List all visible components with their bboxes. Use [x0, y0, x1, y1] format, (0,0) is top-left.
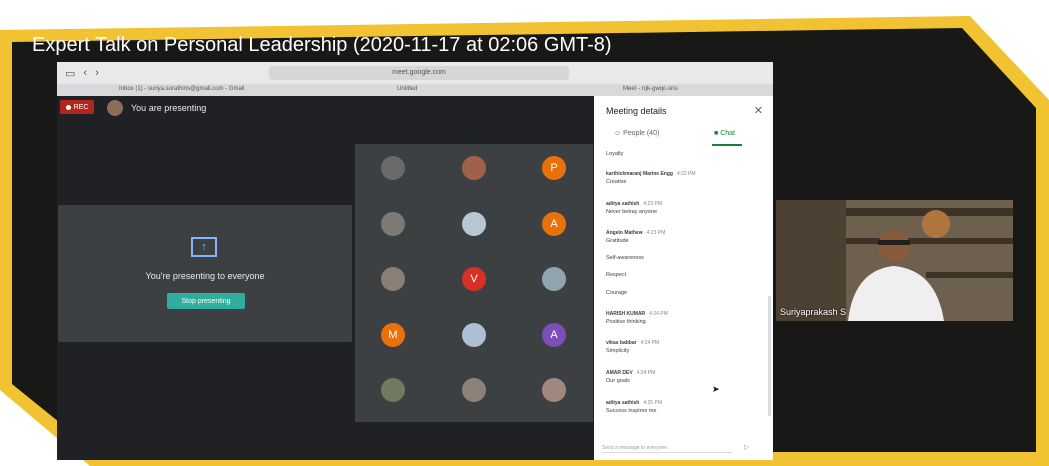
- recording-badge: REC: [60, 100, 94, 114]
- mouse-cursor-icon: ➤: [712, 384, 720, 394]
- message-time: 4:23 PM: [643, 201, 662, 207]
- message-time: 4:25 PM: [643, 400, 662, 406]
- present-screen-icon: ↑: [191, 237, 217, 257]
- participant-tile[interactable]: V: [462, 267, 486, 291]
- avatar: [107, 100, 123, 116]
- tab-strip: Inbox (1) - suriya.surathins@gmail.com -…: [57, 84, 773, 96]
- chat-message: Creative: [606, 179, 627, 185]
- participant-tile[interactable]: M: [381, 323, 405, 347]
- participant-tile[interactable]: [462, 378, 486, 402]
- presenting-status: You are presenting: [131, 103, 207, 113]
- chat-messages: Loyalty karthickmaranj Marine Engg 4:22 P…: [606, 148, 761, 438]
- presentation-tile: ↑ You're presenting to everyone Stop pre…: [58, 205, 352, 342]
- participant-tile[interactable]: [381, 212, 405, 236]
- speaker-name: Suriyaprakash S: [780, 307, 847, 317]
- sender-name: HARISH KUMAR: [606, 311, 646, 317]
- forward-icon[interactable]: ›: [95, 67, 99, 79]
- meeting-details-panel: Meeting details ✕ ☺ People (40) ■ Chat L…: [594, 96, 773, 460]
- chat-sender: AMAR DEV 4:24 PM: [606, 370, 655, 376]
- message-time: 4:23 PM: [646, 230, 666, 236]
- participant-tile[interactable]: [381, 267, 405, 291]
- chat-message: Loyalty: [606, 151, 624, 157]
- chat-message: Never betray anyone: [606, 209, 658, 215]
- sender-name: AMAR DEV: [606, 370, 633, 376]
- stop-presenting-button[interactable]: Stop presenting: [167, 293, 245, 309]
- participant-tile[interactable]: [542, 267, 566, 291]
- chat-input[interactable]: Send a message to everyone: [602, 445, 667, 451]
- participant-grid: P A V M A: [355, 144, 593, 422]
- chat-message: Self-awareness: [606, 255, 644, 261]
- participant-tile[interactable]: A: [542, 323, 566, 347]
- sender-name: aditya sathish: [606, 201, 640, 207]
- participant-tile[interactable]: [381, 378, 405, 402]
- chat-message: Courage: [606, 290, 628, 296]
- chat-tab-label: Chat: [720, 130, 735, 137]
- participant-tile[interactable]: A: [542, 212, 566, 236]
- participant-tile[interactable]: P: [542, 156, 566, 180]
- presenting-message: You're presenting to everyone: [145, 271, 265, 281]
- chat-sender: HARISH KUMAR 4:24 PM: [606, 311, 668, 317]
- chat-sender: aditya sathish 4:23 PM: [606, 201, 662, 207]
- participant-tile[interactable]: [462, 323, 486, 347]
- panel-title: Meeting details: [606, 106, 667, 116]
- tab-people[interactable]: ☺ People (40): [614, 130, 659, 137]
- address-bar[interactable]: meet.google.com: [269, 66, 569, 80]
- tab-gmail[interactable]: Inbox (1) - suriya.surathins@gmail.com -…: [119, 86, 244, 92]
- close-icon[interactable]: ✕: [754, 104, 763, 117]
- participant-tile[interactable]: [462, 156, 486, 180]
- rec-label: REC: [73, 103, 89, 111]
- chat-message: Gratitude: [606, 238, 629, 244]
- message-time: 4:24 PM: [636, 370, 656, 376]
- participant-tile[interactable]: [542, 378, 566, 402]
- back-icon[interactable]: ‹: [83, 67, 87, 79]
- participant-tile[interactable]: [381, 156, 405, 180]
- chat-sender: karthickmaranj Marine Engg 4:22 PM: [606, 171, 696, 177]
- chat-message: Positive thinking: [606, 319, 646, 325]
- participant-tile[interactable]: [462, 212, 486, 236]
- chat-sender: Angelo Mathew 4:23 PM: [606, 230, 665, 236]
- active-tab-indicator: [712, 144, 742, 146]
- sidebar-icon[interactable]: ▭: [65, 67, 75, 80]
- people-tab-label: People (40): [623, 130, 660, 137]
- meeting-stage: REC You are presenting ↑ You're presenti…: [57, 96, 593, 460]
- browser-window: ▭ ‹ › meet.google.com Inbox (1) - suriya…: [57, 62, 773, 460]
- people-icon: ☺: [614, 130, 622, 137]
- sender-name: vikas babbar: [606, 340, 637, 346]
- video-title: Expert Talk on Personal Leadership (2020…: [32, 34, 612, 56]
- message-time: 4:24 PM: [640, 340, 660, 346]
- tab-untitled[interactable]: Untitled: [397, 86, 417, 92]
- speaker-video: [776, 200, 1013, 321]
- chat-sender: aditya sathish 4:25 PM: [606, 400, 662, 406]
- message-time: 4:22 PM: [676, 171, 696, 177]
- record-dot-icon: [65, 104, 71, 110]
- chat-message: Respect: [606, 272, 627, 278]
- sender-name: aditya sathish: [606, 400, 640, 406]
- tab-chat[interactable]: ■ Chat: [714, 130, 735, 137]
- input-underline: [602, 452, 732, 453]
- chat-message: Simplicity: [606, 348, 630, 354]
- chat-message: Success inspires me: [606, 408, 657, 414]
- send-icon[interactable]: ▷: [744, 443, 749, 451]
- chat-scrollbar[interactable]: [768, 296, 771, 416]
- chat-message: Our goals: [606, 378, 630, 384]
- sender-name: Angelo Mathew: [606, 230, 643, 236]
- sender-name: karthickmaranj Marine Engg: [606, 171, 673, 177]
- chat-icon: ■: [714, 130, 719, 137]
- chat-sender: vikas babbar 4:24 PM: [606, 340, 659, 346]
- message-time: 4:24 PM: [649, 311, 668, 317]
- tab-meet[interactable]: Meet - rqk-gwqc-snu: [623, 86, 678, 92]
